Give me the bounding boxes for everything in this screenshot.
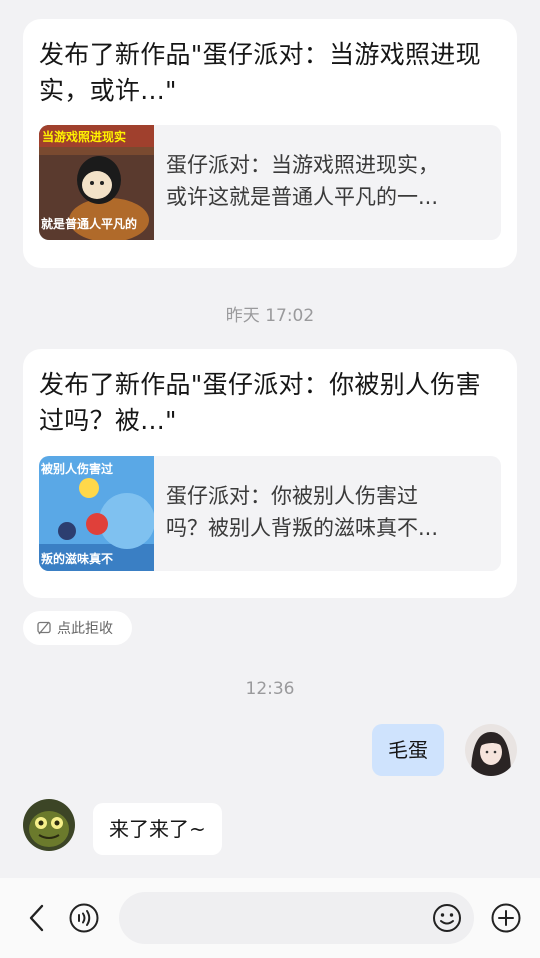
video-thumbnail: 被别人伤害过 叛的滋味真不 xyxy=(39,456,154,571)
back-button[interactable] xyxy=(20,900,54,936)
description-line-2: 或许这就是普通人平凡的一... xyxy=(166,185,439,209)
card-description: 蛋仔派对：当游戏照进现实， 或许这就是普通人平凡的一... xyxy=(166,149,483,213)
card-preview[interactable]: 当游戏照进现实 就是普通人平凡的 蛋仔派对：当游戏照进现实， 或许这就是普通人平… xyxy=(39,125,501,240)
timestamp: 12:36 xyxy=(245,679,295,699)
contact-avatar[interactable] xyxy=(23,799,75,851)
block-icon xyxy=(37,621,51,635)
plus-icon xyxy=(491,903,521,933)
card-description: 蛋仔派对：你被别人伤害过 吗？被别人背叛的滋味真不... xyxy=(166,480,483,544)
thumb-top-text: 被别人伤害过 xyxy=(41,461,113,476)
description-line-1: 蛋仔派对：你被别人伤害过 xyxy=(166,484,418,508)
reject-messages-button[interactable]: 点此拒收 xyxy=(23,611,132,645)
video-thumbnail: 当游戏照进现实 就是普通人平凡的 xyxy=(39,125,154,240)
incoming-message-bubble[interactable]: 来了来了~ xyxy=(93,803,222,855)
voice-icon xyxy=(69,903,99,933)
timestamp: 昨天 17:02 xyxy=(225,306,315,326)
description-line-2: 吗？被别人背叛的滋味真不... xyxy=(166,516,439,540)
thumb-bottom-text: 就是普通人平凡的 xyxy=(41,216,137,231)
voice-button[interactable] xyxy=(66,900,102,936)
card-title: 发布了新作品"蛋仔派对：你被别人伤害过吗？被..." xyxy=(39,370,481,435)
thumb-bottom-text: 叛的滋味真不 xyxy=(41,551,113,566)
chat-screen: 发布了新作品"蛋仔派对：当游戏照进现实，或许..." 当游戏照进现实 就是普通人… xyxy=(0,0,540,958)
card-preview[interactable]: 被别人伤害过 叛的滋味真不 蛋仔派对：你被别人伤害过 吗？被别人背叛的滋味真不.… xyxy=(39,456,501,571)
thumb-top-text: 当游戏照进现实 xyxy=(42,129,126,144)
card-title: 发布了新作品"蛋仔派对：当游戏照进现实，或许..." xyxy=(39,40,481,105)
more-button[interactable] xyxy=(488,900,524,936)
outgoing-message-bubble[interactable]: 毛蛋 xyxy=(372,724,444,776)
message-input[interactable] xyxy=(119,892,474,944)
work-share-card-2[interactable]: 发布了新作品"蛋仔派对：你被别人伤害过吗？被..." 被别人伤害过 叛的滋味真不… xyxy=(23,349,517,598)
reject-label: 点此拒收 xyxy=(57,621,113,637)
description-line-1: 蛋仔派对：当游戏照进现实， xyxy=(166,153,439,177)
work-share-card-1[interactable]: 发布了新作品"蛋仔派对：当游戏照进现实，或许..." 当游戏照进现实 就是普通人… xyxy=(23,19,517,268)
emoji-icon xyxy=(433,904,461,932)
my-avatar[interactable] xyxy=(465,724,517,776)
emoji-button[interactable] xyxy=(429,900,465,936)
back-arrow-icon xyxy=(29,904,44,932)
input-bar xyxy=(0,878,540,958)
